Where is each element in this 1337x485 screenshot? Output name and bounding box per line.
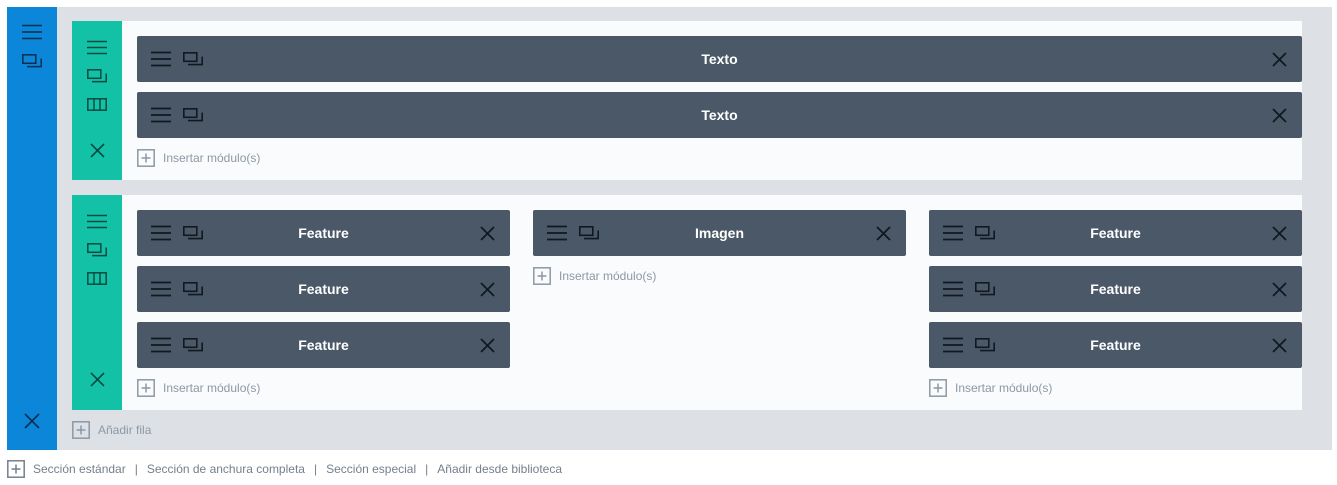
fullwidth-section-link[interactable]: Sección de anchura completa: [147, 462, 305, 476]
module-label: Feature: [298, 225, 349, 241]
module-feature[interactable]: Feature: [137, 210, 510, 256]
add-section-links: Sección estándar | Sección de anchura comp…: [33, 460, 562, 478]
close-icon[interactable]: [1272, 226, 1287, 241]
module-label: Feature: [1090, 281, 1141, 297]
close-icon[interactable]: [480, 338, 495, 353]
module-feature[interactable]: Feature: [929, 210, 1302, 256]
plus-square-icon: [533, 267, 551, 285]
plus-square-icon: [137, 379, 155, 397]
hamburger-icon[interactable]: [87, 214, 107, 229]
module-label: Feature: [1090, 225, 1141, 241]
columns-icon[interactable]: [87, 98, 107, 111]
special-section-link[interactable]: Sección especial: [326, 462, 416, 476]
module-label: Feature: [1090, 337, 1141, 353]
plus-square-icon: [137, 149, 155, 167]
close-icon[interactable]: [480, 226, 495, 241]
module-label: Imagen: [694, 225, 744, 241]
close-icon[interactable]: [1272, 52, 1287, 67]
module-label: Feature: [298, 337, 349, 353]
module-feature[interactable]: Feature: [137, 266, 510, 312]
close-icon[interactable]: [90, 372, 105, 387]
duplicate-icon[interactable]: [87, 243, 107, 257]
close-icon[interactable]: [480, 282, 495, 297]
insert-module-label: Insertar módulo(s): [163, 381, 261, 395]
hamburger-icon[interactable]: [22, 24, 42, 40]
close-icon[interactable]: [1272, 108, 1287, 123]
module-texto[interactable]: Texto: [137, 92, 1302, 138]
insert-module-label: Insertar módulo(s): [955, 381, 1053, 395]
close-icon[interactable]: [24, 413, 40, 429]
row-1-handle[interactable]: [72, 21, 122, 180]
row-1: Texto Texto Insertar módulo(s): [72, 21, 1302, 180]
close-icon[interactable]: [876, 226, 891, 241]
section-handle[interactable]: [7, 7, 57, 450]
insert-module-label: Insertar módulo(s): [163, 151, 261, 165]
hamburger-icon[interactable]: [87, 40, 107, 55]
row-2-handle[interactable]: [72, 195, 122, 410]
plus-square-icon: [7, 460, 25, 478]
add-from-library-link[interactable]: Añadir desde biblioteca: [437, 462, 562, 476]
module-texto[interactable]: Texto: [137, 36, 1302, 82]
plus-square-icon: [929, 379, 947, 397]
row-2: Feature Feature Feature Insertar módulo(…: [72, 195, 1302, 410]
insert-module-label: Insertar módulo(s): [559, 269, 657, 283]
module-label: Texto: [701, 51, 738, 67]
add-row-label: Añadir fila: [98, 423, 152, 437]
section: Texto Texto Insertar módulo(s) Feature F…: [7, 7, 1332, 450]
columns-icon[interactable]: [87, 272, 107, 285]
module-feature[interactable]: Feature: [929, 266, 1302, 312]
separator: |: [313, 462, 318, 476]
close-icon[interactable]: [1272, 338, 1287, 353]
duplicate-icon[interactable]: [22, 54, 42, 68]
module-feature[interactable]: Feature: [929, 322, 1302, 368]
close-icon[interactable]: [1272, 282, 1287, 297]
standard-section-link[interactable]: Sección estándar: [33, 462, 126, 476]
duplicate-icon[interactable]: [87, 69, 107, 83]
module-imagen[interactable]: Imagen: [533, 210, 906, 256]
close-icon[interactable]: [90, 143, 105, 158]
module-feature[interactable]: Feature: [137, 322, 510, 368]
module-label: Feature: [298, 281, 349, 297]
separator: |: [134, 462, 138, 476]
separator: |: [425, 462, 429, 476]
module-label: Texto: [701, 107, 738, 123]
plus-square-icon: [72, 421, 90, 439]
